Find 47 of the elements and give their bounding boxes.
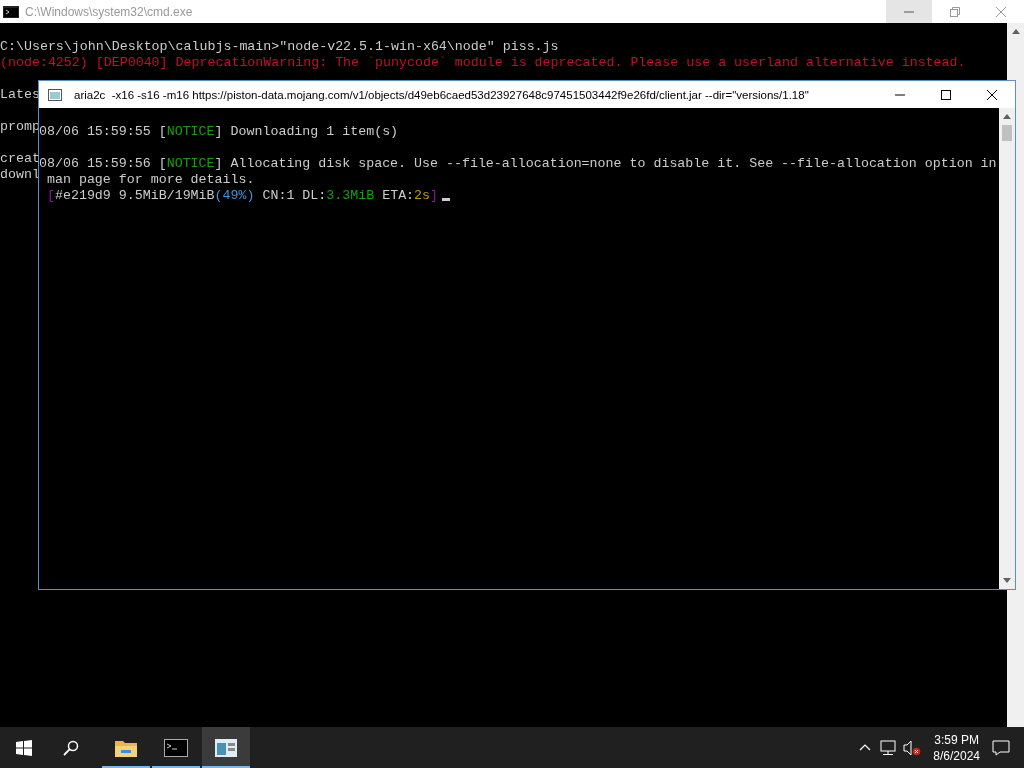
- console-text: 08/06 15:59:55 [: [39, 124, 167, 139]
- search-icon[interactable]: [63, 739, 79, 756]
- bracket-text: [: [45, 188, 55, 203]
- bracket-text: ]: [430, 188, 439, 203]
- start-icon[interactable]: [16, 739, 32, 756]
- network-icon[interactable]: [879, 739, 898, 756]
- window-title: C:\Windows\system32\cmd.exe: [25, 4, 193, 19]
- speed-text: 3.3MiB: [326, 188, 375, 203]
- close-icon: [987, 89, 997, 100]
- console-text: Lates: [0, 87, 40, 102]
- scrollbar[interactable]: [999, 108, 1015, 589]
- console-text: downl: [0, 167, 40, 182]
- console-text: ] Allocating disk space. Use --file-allocation=none to disable it. See --file-allocation option in: [214, 156, 997, 171]
- percent-text: (49%): [214, 188, 255, 203]
- window-icon: [214, 737, 238, 758]
- text-cursor: [442, 198, 451, 201]
- scroll-up-icon[interactable]: [1003, 114, 1011, 119]
- console-text: ETA:: [381, 188, 415, 203]
- window-title: aria2c -x16 -s16 -m16 https://piston-data.mojang.com/v1/objects/d49eb6caed53d23927648c97451503442f9e26fd/client.jar --dir="versions/1.18": [74, 88, 809, 101]
- minimize-icon: [895, 93, 905, 96]
- console-text: promp: [0, 119, 40, 134]
- scroll-up-icon[interactable]: [1011, 29, 1020, 34]
- scroll-down-icon[interactable]: [1003, 578, 1011, 583]
- window-icon: [48, 87, 62, 102]
- restore-icon: [950, 6, 960, 17]
- console-icon: [3, 5, 19, 18]
- console-text: CN:1 DL:: [261, 188, 327, 203]
- eta-text: 2s: [414, 188, 431, 203]
- close-icon: [996, 6, 1006, 17]
- speaker-muted-icon[interactable]: [903, 739, 922, 756]
- clock-date[interactable]: 8/6/2024: [933, 747, 980, 764]
- window-app-button[interactable]: [202, 727, 250, 768]
- notice-label: NOTICE: [166, 156, 215, 171]
- clock-time[interactable]: 3:59 PM: [934, 731, 979, 748]
- scroll-thumb[interactable]: [1002, 125, 1012, 141]
- maximize-icon: [941, 89, 951, 100]
- console-text: man page for more details.: [45, 172, 255, 187]
- console-text: C:\Users\john\Desktop\calubjs-main>"node-v22.5.1-win-x64\node" piss.js: [0, 39, 559, 54]
- console-text: #e219d9 9.5MiB/19MiB: [54, 188, 215, 203]
- console-icon: [164, 737, 188, 758]
- notification-icon[interactable]: [992, 739, 1010, 756]
- warning-text: (node:4252) [DEP0040] DeprecationWarning: The `punycode` module is deprecated. Please use a userland alternative instead.: [0, 55, 966, 70]
- console-text: creat: [0, 151, 40, 166]
- console-text: ] Downloading 1 item(s): [214, 124, 399, 139]
- console-text: 08/06 15:59:56 [: [39, 156, 167, 171]
- notice-label: NOTICE: [166, 124, 215, 139]
- minimize-icon: [904, 10, 914, 13]
